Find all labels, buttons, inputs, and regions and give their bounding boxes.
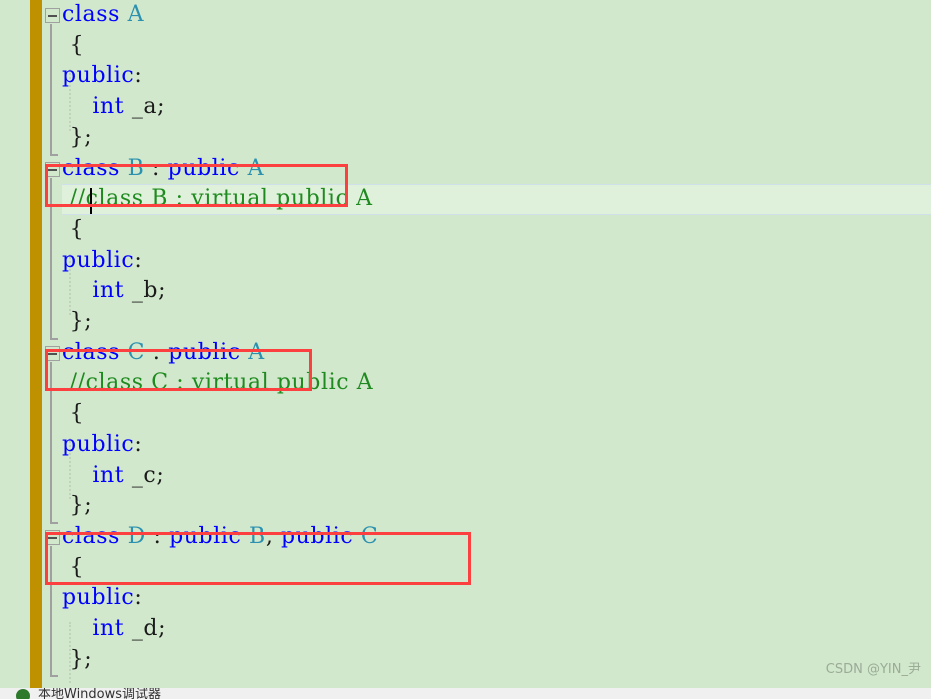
code-token: _c; xyxy=(124,462,165,488)
code-line[interactable]: }; xyxy=(0,307,931,338)
code-line-text: int _d; xyxy=(62,614,166,645)
code-token: int xyxy=(92,462,125,488)
code-line[interactable]: }; xyxy=(0,491,931,522)
code-line[interactable]: class A xyxy=(0,0,931,31)
code-line[interactable]: public: xyxy=(0,61,931,92)
code-token: { xyxy=(62,216,85,242)
code-token: : xyxy=(134,585,143,611)
code-line-text: int _b; xyxy=(62,276,166,307)
code-token: }; xyxy=(62,124,93,150)
code-token: public xyxy=(62,247,135,273)
code-line[interactable]: { xyxy=(0,31,931,62)
code-token: int xyxy=(92,94,125,120)
code-line-text: public: xyxy=(62,246,142,277)
code-line[interactable]: public: xyxy=(0,430,931,461)
highlight-class-c-inheritance xyxy=(45,349,312,391)
code-line[interactable]: public: xyxy=(0,246,931,277)
code-token: public xyxy=(62,63,135,89)
code-token: : xyxy=(134,63,143,89)
code-line-text: { xyxy=(62,215,84,246)
run-debug-icon[interactable] xyxy=(16,689,30,699)
watermark-label: CSDN @YIN_尹 xyxy=(825,662,921,677)
code-line-text: }; xyxy=(62,307,92,338)
highlight-class-d-inheritance xyxy=(45,532,471,585)
code-line-text: }; xyxy=(62,645,92,676)
status-bar-strip: 本地Windows调试器 xyxy=(0,688,931,699)
code-token: public xyxy=(62,585,135,611)
code-line-text: class A xyxy=(62,0,144,31)
code-token: int xyxy=(92,278,125,304)
code-token: int xyxy=(92,616,125,641)
code-token: _d; xyxy=(124,616,167,641)
code-line[interactable]: { xyxy=(0,399,931,430)
code-token: }; xyxy=(62,493,93,519)
code-token: _a; xyxy=(124,94,166,120)
code-line[interactable]: int _c; xyxy=(0,461,931,492)
code-token: }; xyxy=(62,646,93,672)
code-line[interactable]: { xyxy=(0,215,931,246)
editor-surface[interactable]: class A {public: int _a; }; class B : pub… xyxy=(0,0,931,688)
highlight-class-b-inheritance xyxy=(45,164,348,207)
code-line-text: { xyxy=(62,399,84,430)
code-line-text: public: xyxy=(62,61,142,92)
code-token: public xyxy=(62,431,135,457)
code-token: A xyxy=(127,2,145,27)
code-line-text: int _a; xyxy=(62,92,165,123)
code-line-text: }; xyxy=(62,123,92,154)
code-token: }; xyxy=(62,309,93,334)
code-token: { xyxy=(62,401,85,427)
code-line[interactable]: }; xyxy=(0,123,931,154)
code-editor-screenshot: class A {public: int _a; }; class B : pub… xyxy=(0,0,931,699)
code-line[interactable]: int _a; xyxy=(0,92,931,123)
code-token: class xyxy=(62,2,128,27)
code-line-text: { xyxy=(62,31,84,62)
code-line[interactable]: public: xyxy=(0,583,931,614)
code-token: : xyxy=(134,247,143,273)
code-token: : xyxy=(134,431,143,457)
code-line[interactable]: }; xyxy=(0,645,931,676)
code-line[interactable]: int _d; xyxy=(0,614,931,645)
code-line-text: public: xyxy=(62,583,142,614)
status-bar-label[interactable]: 本地Windows调试器 xyxy=(38,688,161,699)
code-token: _b; xyxy=(124,278,167,304)
code-line[interactable]: int _b; xyxy=(0,276,931,307)
code-line-text: }; xyxy=(62,491,92,522)
code-line-text: public: xyxy=(62,430,142,461)
code-line-text: int _c; xyxy=(62,461,164,492)
code-token: { xyxy=(62,32,85,58)
